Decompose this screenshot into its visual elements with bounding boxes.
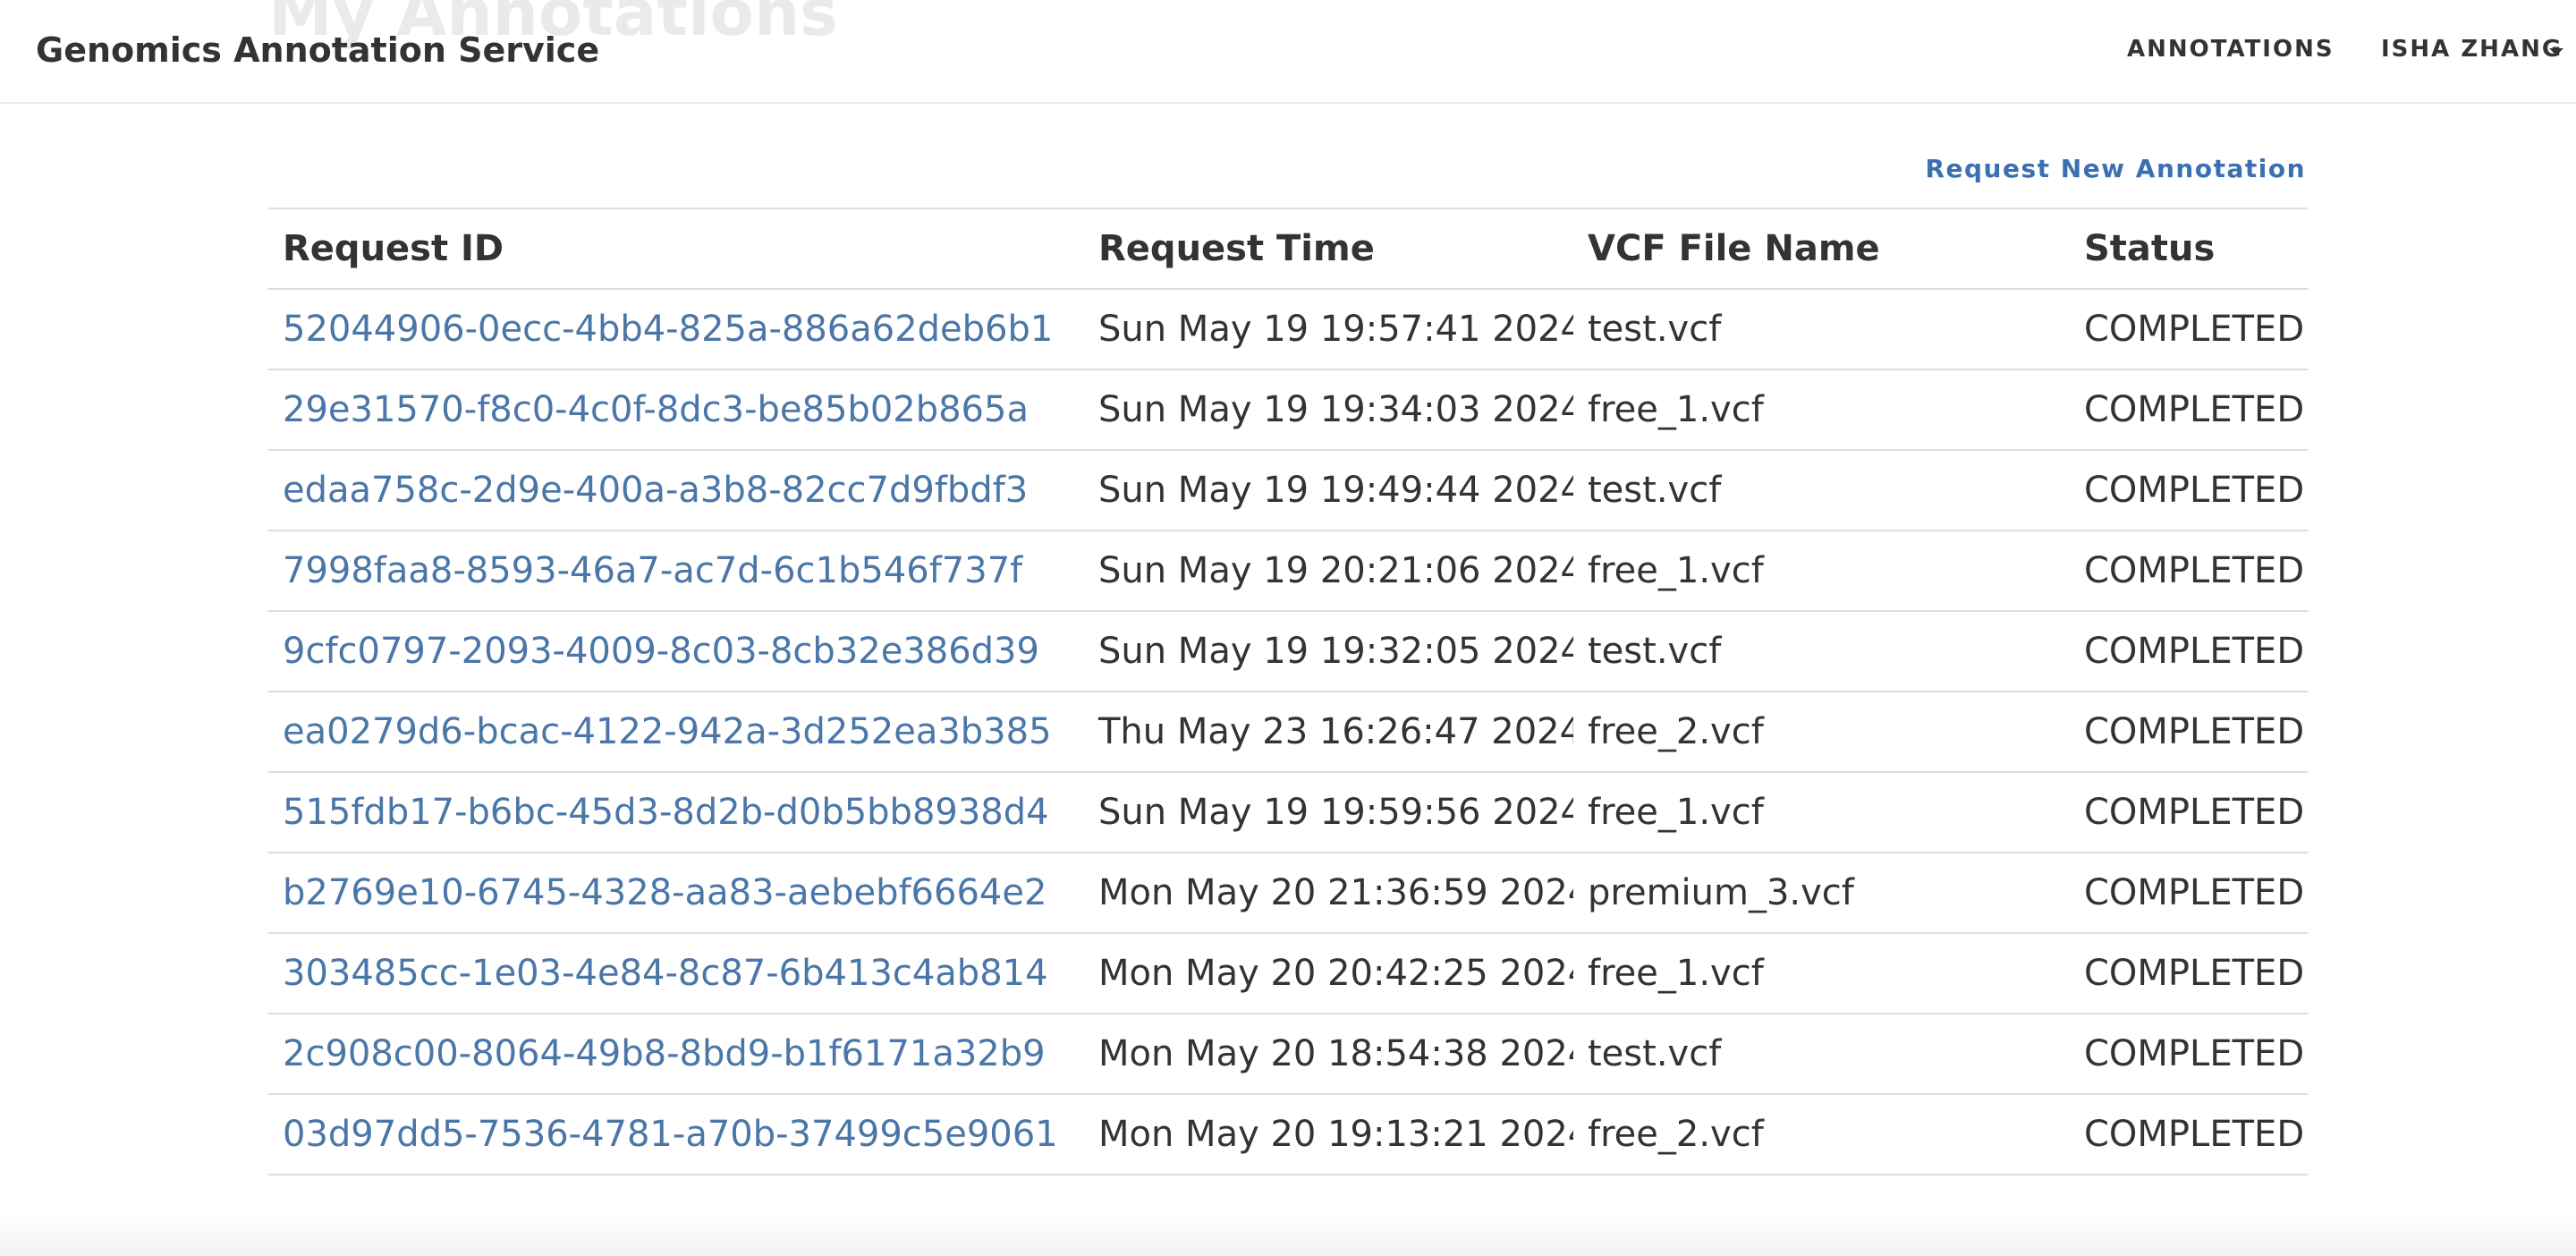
request-time-cell: Mon May 20 20:42:25 2024 bbox=[1084, 933, 1573, 1014]
status-cell: COMPLETED bbox=[2070, 692, 2308, 773]
request-time-cell: Sun May 19 19:59:56 2024 bbox=[1084, 772, 1573, 853]
request-id-link[interactable]: 303485cc-1e03-4e84-8c87-6b413c4ab814 bbox=[283, 953, 1048, 994]
table-header-row: Request ID Request Time VCF File Name St… bbox=[268, 208, 2308, 290]
request-id-link[interactable]: 7998faa8-8593-46a7-ac7d-6c1b546f737f bbox=[283, 550, 1022, 591]
vcf-file-name-cell: free_1.vcf bbox=[1573, 933, 2070, 1014]
request-time-cell: Mon May 20 21:36:59 2024 bbox=[1084, 853, 1573, 934]
request-id-cell: 515fdb17-b6bc-45d3-8d2b-d0b5bb8938d4 bbox=[268, 772, 1084, 853]
status-cell: COMPLETED bbox=[2070, 933, 2308, 1014]
column-header-request-id: Request ID bbox=[268, 208, 1084, 290]
request-id-link[interactable]: b2769e10-6745-4328-aa83-aebebf6664e2 bbox=[283, 872, 1046, 913]
vcf-file-name-cell: test.vcf bbox=[1573, 450, 2070, 531]
brand-link[interactable]: Genomics Annotation Service bbox=[36, 30, 599, 70]
table-row: 52044906-0ecc-4bb4-825a-886a62deb6b1 Sun… bbox=[268, 289, 2308, 370]
status-cell: COMPLETED bbox=[2070, 369, 2308, 451]
user-menu-toggle[interactable]: ISHA ZHANG bbox=[2381, 36, 2563, 63]
vcf-file-name-cell: test.vcf bbox=[1573, 611, 2070, 692]
request-time-cell: Sun May 19 20:21:06 2024 bbox=[1084, 530, 1573, 612]
request-id-cell: 303485cc-1e03-4e84-8c87-6b413c4ab814 bbox=[268, 933, 1084, 1014]
status-cell: COMPLETED bbox=[2070, 772, 2308, 853]
vcf-file-name-cell: test.vcf bbox=[1573, 289, 2070, 370]
request-time-cell: Mon May 20 19:13:21 2024 bbox=[1084, 1094, 1573, 1175]
request-id-cell: ea0279d6-bcac-4122-942a-3d252ea3b385 bbox=[268, 692, 1084, 773]
request-id-link[interactable]: 52044906-0ecc-4bb4-825a-886a62deb6b1 bbox=[283, 309, 1053, 350]
annotations-table-container: Request ID Request Time VCF File Name St… bbox=[268, 208, 2308, 1175]
vcf-file-name-cell: free_1.vcf bbox=[1573, 530, 2070, 612]
request-time-cell: Sun May 19 19:34:03 2024 bbox=[1084, 369, 1573, 451]
vcf-file-name-cell: premium_3.vcf bbox=[1573, 853, 2070, 934]
table-row: 9cfc0797-2093-4009-8c03-8cb32e386d39 Sun… bbox=[268, 611, 2308, 692]
request-new-annotation-link[interactable]: Request New Annotation bbox=[1925, 154, 2306, 183]
column-header-request-time: Request Time bbox=[1084, 208, 1573, 290]
request-id-link[interactable]: 515fdb17-b6bc-45d3-8d2b-d0b5bb8938d4 bbox=[283, 792, 1049, 833]
top-navbar: My Annotations Genomics Annotation Servi… bbox=[0, 0, 2576, 104]
window-bottom-edge bbox=[0, 1213, 2576, 1256]
table-row: 7998faa8-8593-46a7-ac7d-6c1b546f737f Sun… bbox=[268, 530, 2308, 612]
table-row: edaa758c-2d9e-400a-a3b8-82cc7d9fbdf3 Sun… bbox=[268, 450, 2308, 531]
request-id-cell: edaa758c-2d9e-400a-a3b8-82cc7d9fbdf3 bbox=[268, 450, 1084, 531]
request-id-cell: 2c908c00-8064-49b8-8bd9-b1f6171a32b9 bbox=[268, 1014, 1084, 1095]
table-row: ea0279d6-bcac-4122-942a-3d252ea3b385 Thu… bbox=[268, 692, 2308, 773]
request-id-cell: 9cfc0797-2093-4009-8c03-8cb32e386d39 bbox=[268, 611, 1084, 692]
request-id-cell: 52044906-0ecc-4bb4-825a-886a62deb6b1 bbox=[268, 289, 1084, 370]
status-cell: COMPLETED bbox=[2070, 450, 2308, 531]
request-id-link[interactable]: 29e31570-f8c0-4c0f-8dc3-be85b02b865a bbox=[283, 389, 1029, 430]
request-time-cell: Sun May 19 19:57:41 2024 bbox=[1084, 289, 1573, 370]
status-cell: COMPLETED bbox=[2070, 853, 2308, 934]
request-id-cell: 7998faa8-8593-46a7-ac7d-6c1b546f737f bbox=[268, 530, 1084, 612]
table-row: 303485cc-1e03-4e84-8c87-6b413c4ab814 Mon… bbox=[268, 933, 2308, 1014]
column-header-status: Status bbox=[2070, 208, 2308, 290]
status-cell: COMPLETED bbox=[2070, 611, 2308, 692]
status-cell: COMPLETED bbox=[2070, 1014, 2308, 1095]
request-time-cell: Sun May 19 19:49:44 2024 bbox=[1084, 450, 1573, 531]
status-cell: COMPLETED bbox=[2070, 289, 2308, 370]
table-row: 03d97dd5-7536-4781-a70b-37499c5e9061 Mon… bbox=[268, 1094, 2308, 1175]
status-cell: COMPLETED bbox=[2070, 530, 2308, 612]
annotations-table: Request ID Request Time VCF File Name St… bbox=[268, 208, 2308, 1175]
vcf-file-name-cell: free_2.vcf bbox=[1573, 1094, 2070, 1175]
table-row: 29e31570-f8c0-4c0f-8dc3-be85b02b865a Sun… bbox=[268, 369, 2308, 451]
request-id-link[interactable]: ea0279d6-bcac-4122-942a-3d252ea3b385 bbox=[283, 711, 1052, 752]
request-id-link[interactable]: edaa758c-2d9e-400a-a3b8-82cc7d9fbdf3 bbox=[283, 470, 1028, 511]
table-row: b2769e10-6745-4328-aa83-aebebf6664e2 Mon… bbox=[268, 853, 2308, 934]
request-id-cell: 03d97dd5-7536-4781-a70b-37499c5e9061 bbox=[268, 1094, 1084, 1175]
vcf-file-name-cell: test.vcf bbox=[1573, 1014, 2070, 1095]
request-time-cell: Sun May 19 19:32:05 2024 bbox=[1084, 611, 1573, 692]
column-header-vcf-file-name: VCF File Name bbox=[1573, 208, 2070, 290]
request-id-cell: 29e31570-f8c0-4c0f-8dc3-be85b02b865a bbox=[268, 369, 1084, 451]
request-id-cell: b2769e10-6745-4328-aa83-aebebf6664e2 bbox=[268, 853, 1084, 934]
request-id-link[interactable]: 9cfc0797-2093-4009-8c03-8cb32e386d39 bbox=[283, 631, 1039, 672]
request-time-cell: Thu May 23 16:26:47 2024 bbox=[1084, 692, 1573, 773]
vcf-file-name-cell: free_2.vcf bbox=[1573, 692, 2070, 773]
request-id-link[interactable]: 03d97dd5-7536-4781-a70b-37499c5e9061 bbox=[283, 1114, 1058, 1155]
vcf-file-name-cell: free_1.vcf bbox=[1573, 369, 2070, 451]
request-time-cell: Mon May 20 18:54:38 2024 bbox=[1084, 1014, 1573, 1095]
status-cell: COMPLETED bbox=[2070, 1094, 2308, 1175]
vcf-file-name-cell: free_1.vcf bbox=[1573, 772, 2070, 853]
table-row: 2c908c00-8064-49b8-8bd9-b1f6171a32b9 Mon… bbox=[268, 1014, 2308, 1095]
nav-annotations-link[interactable]: ANNOTATIONS bbox=[2127, 36, 2334, 63]
request-id-link[interactable]: 2c908c00-8064-49b8-8bd9-b1f6171a32b9 bbox=[283, 1033, 1046, 1074]
caret-down-icon[interactable] bbox=[2549, 48, 2563, 55]
table-row: 515fdb17-b6bc-45d3-8d2b-d0b5bb8938d4 Sun… bbox=[268, 772, 2308, 853]
